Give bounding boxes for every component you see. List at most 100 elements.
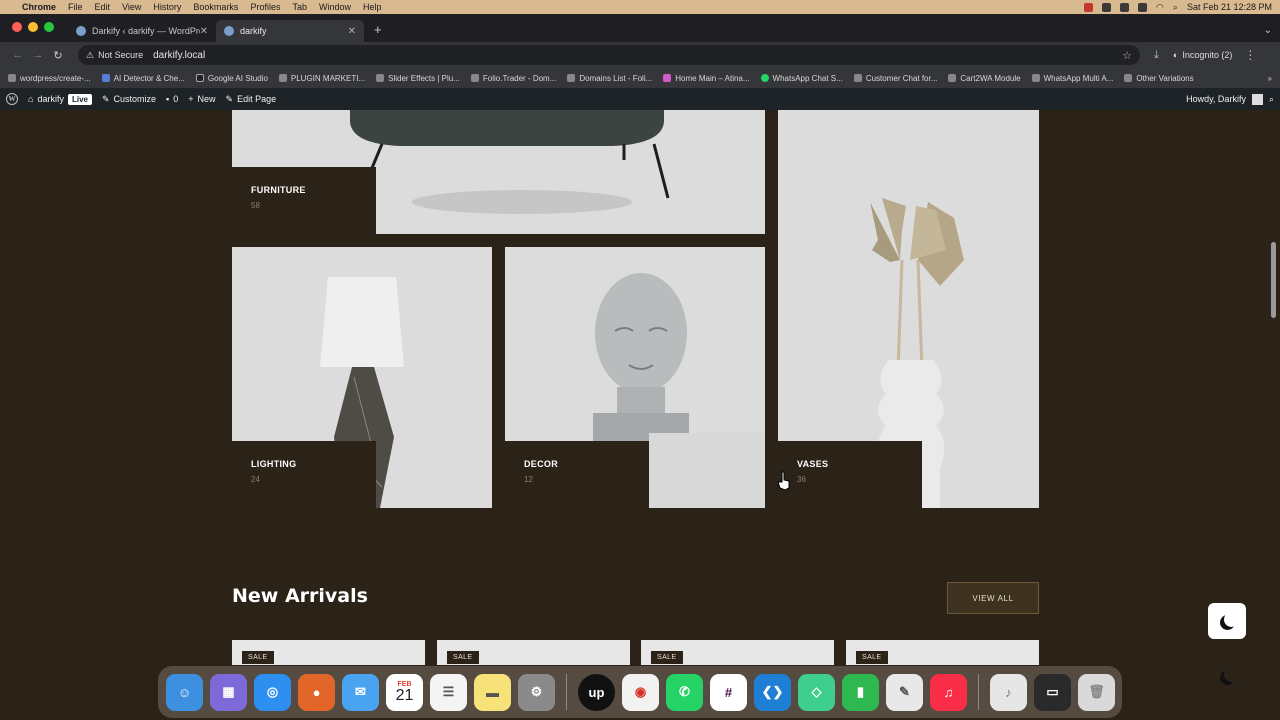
dark-mode-toggle-overlay[interactable] [1208, 658, 1246, 694]
notes-icon[interactable]: ▬ [474, 673, 511, 711]
record-icon[interactable] [1084, 2, 1094, 12]
tab-search-icon[interactable]: ⌄ [1264, 25, 1272, 36]
comments-link[interactable]: ▪ 0 [166, 94, 178, 104]
bookmark-item[interactable]: WhatsApp Multi A... [1031, 74, 1113, 83]
view-all-button[interactable]: VIEW ALL [947, 582, 1039, 614]
search-icon[interactable]: ⌕ [1173, 2, 1178, 13]
chrome-icon[interactable]: ◉ [622, 673, 659, 711]
menu-edit[interactable]: Edit [95, 2, 111, 12]
bookmark-favicon-icon [195, 74, 204, 82]
new-tab-icon[interactable]: + [374, 22, 382, 37]
bookmark-item[interactable]: Google AI Studio [195, 74, 268, 83]
trash-icon[interactable]: 🗑 [1078, 673, 1115, 711]
product-card[interactable]: SALE [641, 640, 834, 665]
bookmark-item[interactable]: Home Main – Atina... [663, 74, 750, 83]
audio-file-icon[interactable]: ♪ [990, 673, 1027, 711]
category-card-furniture[interactable]: FURNITURE 58 [232, 110, 765, 234]
dock-separator [978, 674, 979, 710]
vscode-icon[interactable]: ❮❯ [754, 673, 791, 711]
bookmark-item[interactable]: Other Variations [1124, 74, 1194, 83]
menu-history[interactable]: History [153, 2, 181, 12]
music-icon[interactable]: ♫ [930, 673, 967, 711]
script-editor-icon[interactable]: ✎ [886, 673, 923, 711]
numbers-icon[interactable]: ▮ [842, 673, 879, 711]
search-icon[interactable]: ⌕ [1269, 94, 1274, 105]
minimize-window-button[interactable] [28, 22, 38, 32]
bookmark-item[interactable]: Customer Chat for... [853, 74, 937, 83]
security-chip[interactable]: ⚠ Not Secure [86, 50, 143, 61]
dropbox-icon[interactable] [1120, 2, 1130, 12]
product-card[interactable]: SALE [232, 640, 425, 665]
menu-help[interactable]: Help [363, 2, 382, 12]
calendar-icon[interactable]: FEB 21 [386, 673, 423, 711]
category-card-vases[interactable]: VASES 36 [778, 110, 1039, 508]
bookmark-item[interactable]: Domains List - Foli... [567, 74, 652, 83]
close-window-button[interactable] [12, 22, 22, 32]
close-tab-icon[interactable]: ✕ [348, 26, 356, 37]
finder-icon[interactable]: ☺ [166, 673, 203, 711]
category-card-decor[interactable]: DECOR 12 [505, 247, 765, 508]
edit-page-link[interactable]: ✎ Edit Page [226, 94, 277, 105]
bookmark-favicon-icon [760, 74, 769, 82]
customize-link[interactable]: ✎ Customize [102, 94, 156, 105]
zoom-window-button[interactable] [44, 22, 54, 32]
close-tab-icon[interactable]: ✕ [200, 26, 208, 37]
bookmark-item[interactable]: AI Detector & Che... [101, 74, 185, 83]
site-name-link[interactable]: ⌂ darkify Live [28, 93, 92, 105]
dock-separator [566, 674, 567, 710]
comments-count: 0 [173, 94, 179, 104]
menu-file[interactable]: File [68, 2, 83, 12]
tab-wp-admin[interactable]: Darkify ‹ darkify — WordPres ✕ [68, 20, 216, 42]
upwork-icon[interactable]: up [578, 673, 615, 711]
status-icon[interactable] [1138, 2, 1148, 12]
bookmark-item[interactable]: Folio.Trader - Dom... [470, 74, 556, 83]
forward-icon[interactable]: → [28, 49, 48, 61]
reminders-icon[interactable]: ☰ [430, 673, 467, 711]
product-card[interactable]: SALE [437, 640, 630, 665]
menu-app-name[interactable]: Chrome [22, 2, 56, 12]
wordpress-logo-icon[interactable]: W [6, 93, 18, 105]
bookmark-item[interactable]: PLUGIN MARKETI... [278, 74, 365, 83]
back-icon[interactable]: ← [8, 49, 28, 61]
page-scrollbar[interactable] [1271, 242, 1276, 318]
menu-view[interactable]: View [122, 2, 141, 12]
menu-tab[interactable]: Tab [292, 2, 307, 12]
safari-icon[interactable]: ◎ [254, 673, 291, 711]
launchpad-icon[interactable]: ▦ [210, 673, 247, 711]
howdy-link[interactable]: Howdy, Darkify [1186, 94, 1246, 104]
new-content-link[interactable]: + New [188, 94, 215, 104]
bookmark-label: Domains List - Foli... [579, 73, 653, 83]
category-card-lighting[interactable]: LIGHTING 24 [232, 247, 492, 508]
menu-bookmarks[interactable]: Bookmarks [193, 2, 238, 12]
status-icon[interactable] [1102, 2, 1112, 12]
incognito-indicator[interactable]: ◐ Incognito (2) [1173, 50, 1232, 60]
product-card[interactable]: SALE [846, 640, 1039, 665]
bookmark-item[interactable]: Cart2WA Module [948, 74, 1021, 83]
address-bar[interactable]: ⚠ Not Secure darkify.local ☆ [78, 45, 1140, 65]
bookmark-item[interactable]: Slider Effects | Plu... [376, 74, 460, 83]
firefox-icon[interactable]: ● [298, 673, 335, 711]
avatar[interactable] [1251, 93, 1263, 105]
whatsapp-icon[interactable]: ✆ [666, 673, 703, 711]
datetime[interactable]: Sat Feb 21 12:28 PM [1187, 2, 1272, 12]
menu-window[interactable]: Window [319, 2, 351, 12]
slack-icon[interactable]: # [710, 673, 747, 711]
app-icon[interactable]: ◇ [798, 673, 835, 711]
bookmark-star-icon[interactable]: ☆ [1122, 49, 1132, 62]
reload-icon[interactable]: ↻ [48, 49, 68, 62]
tab-darkify[interactable]: darkify ✕ [216, 20, 364, 42]
mail-icon[interactable]: ✉ [342, 673, 379, 711]
more-bookmarks-icon[interactable]: » [1268, 74, 1272, 83]
bookmark-item[interactable]: wordpress/create-... [8, 74, 91, 83]
macos-dock: ☺ ▦ ◎ ● ✉ FEB 21 ☰ ▬ ⚙ up ◉ ✆ # ❮❯ ◇ ▮ ✎… [158, 666, 1122, 718]
chrome-menu-icon[interactable]: ⋮ [1244, 48, 1256, 62]
window-thumbnail-icon[interactable]: ▭ [1034, 673, 1071, 711]
dark-mode-toggle[interactable] [1208, 603, 1246, 639]
wifi-icon[interactable]: ◠ [1156, 2, 1164, 13]
url-text[interactable]: darkify.local [153, 50, 205, 61]
sale-badge: SALE [856, 651, 888, 664]
download-icon[interactable]: ⤓ [1154, 49, 1159, 62]
system-settings-icon[interactable]: ⚙ [518, 673, 555, 711]
menu-profiles[interactable]: Profiles [250, 2, 280, 12]
bookmark-item[interactable]: WhatsApp Chat S... [760, 74, 843, 83]
